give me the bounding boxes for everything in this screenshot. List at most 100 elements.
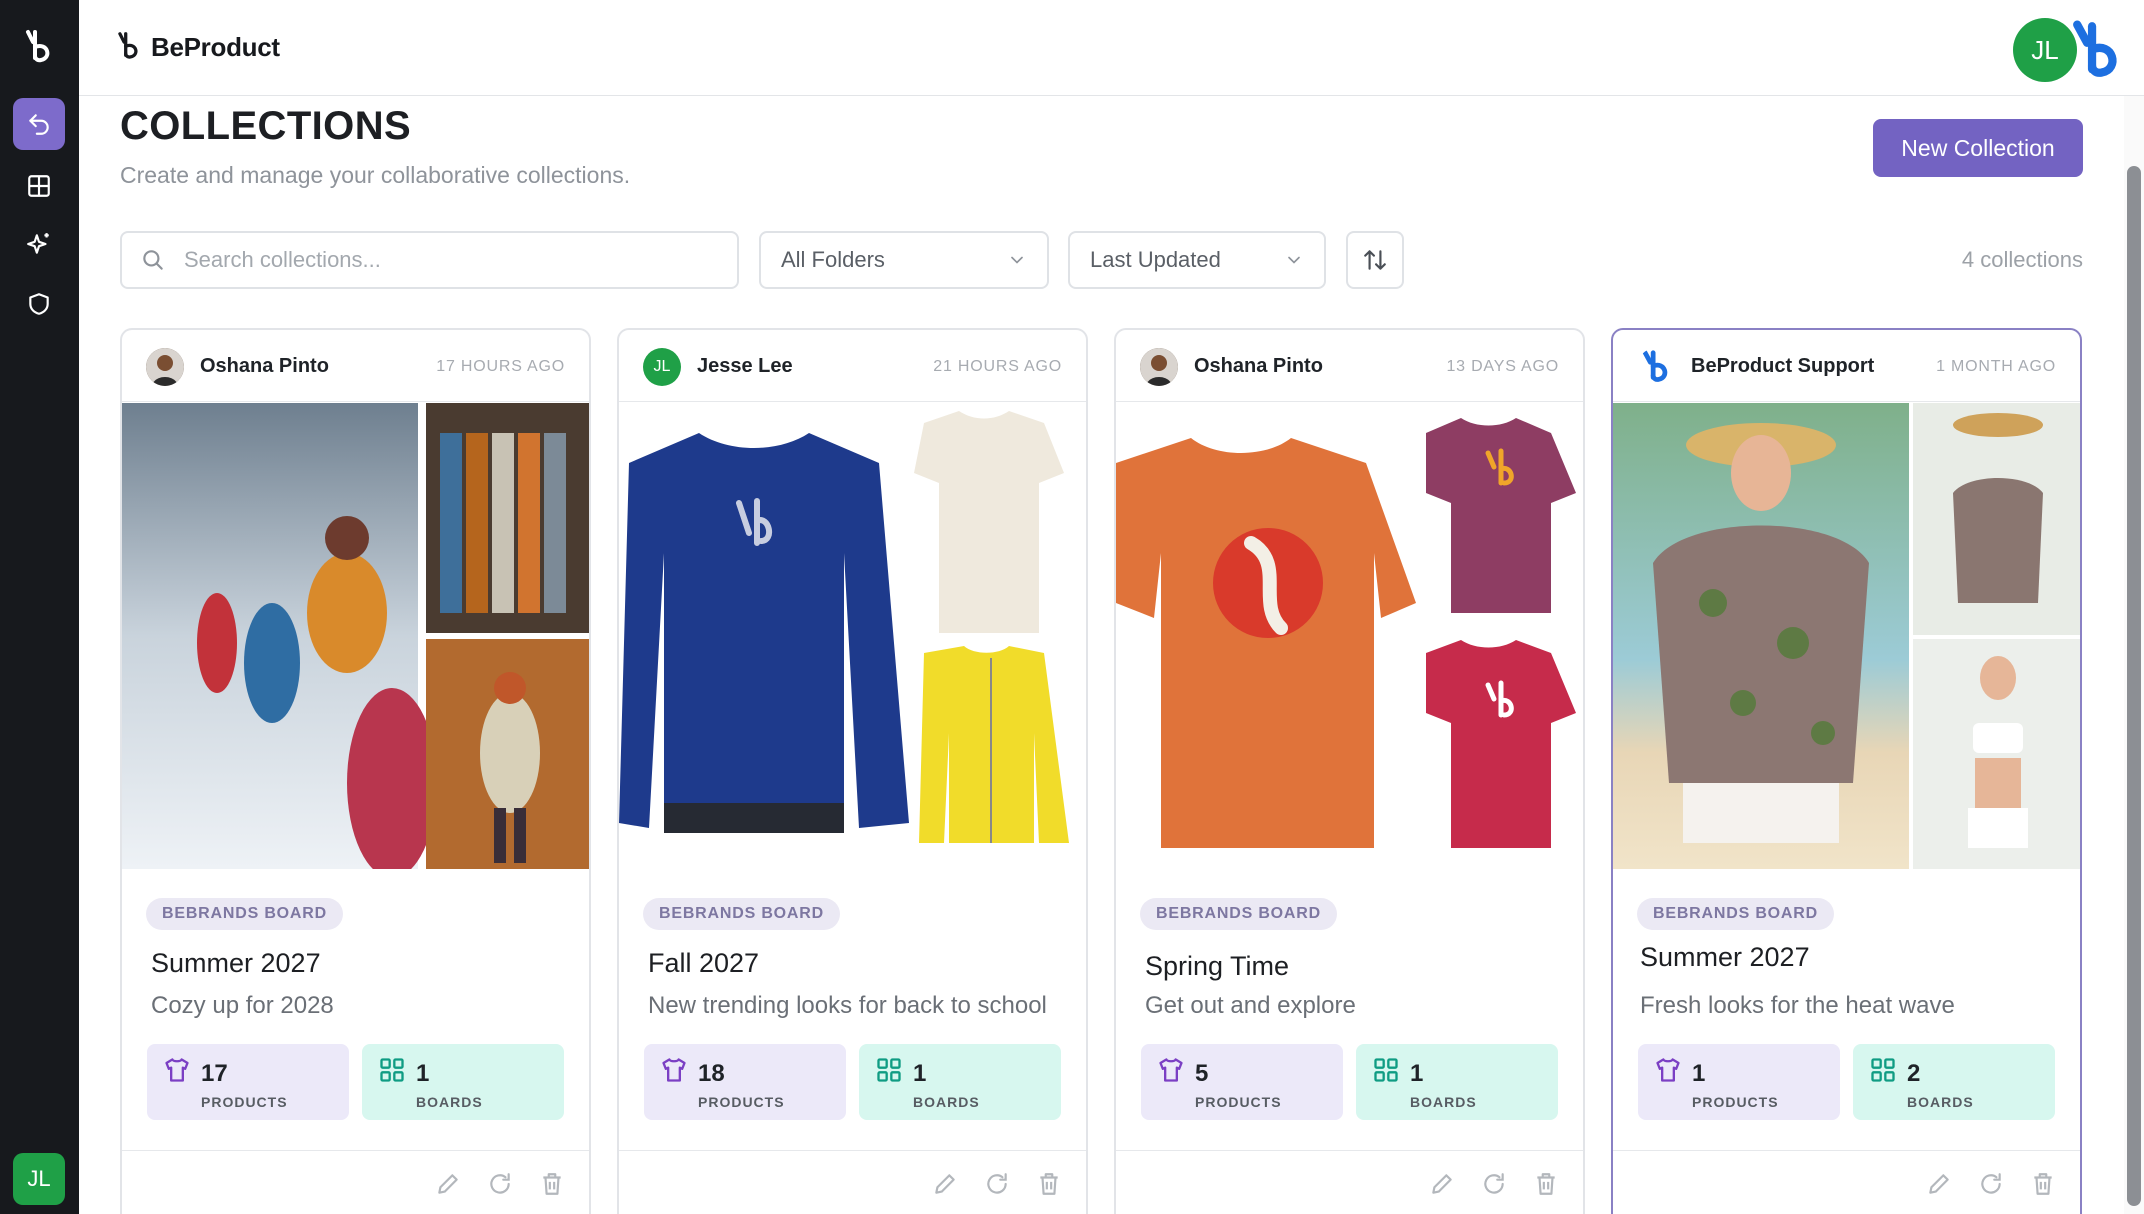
search-icon (143, 250, 163, 270)
tshirt-icon (1159, 1058, 1183, 1082)
board-badge: BEBRANDS BOARD (643, 898, 840, 930)
boards-count: 2 (1907, 1060, 1921, 1087)
products-count: 5 (1195, 1060, 1209, 1087)
collection-card[interactable]: BeProduct Support 1 MONTH AGO BEBRANDS B… (1611, 328, 2082, 1214)
products-stat[interactable]: 18 PRODUCTS (644, 1044, 846, 1120)
products-count: 17 (201, 1060, 228, 1087)
collection-thumbnail-image (1613, 403, 2080, 869)
updated-time: 1 MONTH AGO (1936, 358, 2056, 375)
brand[interactable]: BeProduct (115, 30, 280, 64)
person-photo-icon (146, 348, 184, 386)
collection-description: New trending looks for back to school (648, 992, 1047, 1019)
refresh-icon[interactable] (1978, 1171, 2004, 1197)
products-label: PRODUCTS (1195, 1094, 1282, 1110)
refresh-icon[interactable] (487, 1171, 513, 1197)
card-header: BeProduct Support 1 MONTH AGO (1613, 330, 2080, 402)
sort-select-value: Last Updated (1090, 247, 1221, 272)
collection-thumbnail-image (619, 403, 1086, 869)
refresh-icon[interactable] (1481, 1171, 1507, 1197)
boards-label: BOARDS (416, 1094, 483, 1110)
owner-avatar: JL (643, 348, 681, 386)
collection-description: Cozy up for 2028 (151, 992, 334, 1019)
card-header: Oshana Pinto 13 DAYS AGO (1116, 330, 1583, 402)
sort-select[interactable]: Last Updated (1068, 231, 1326, 289)
card-actions (1116, 1150, 1583, 1214)
boards-label: BOARDS (1907, 1094, 1974, 1110)
folder-select-value: All Folders (781, 247, 885, 272)
board-badge: BEBRANDS BOARD (1637, 898, 1834, 930)
search-box (120, 231, 739, 289)
boards-label: BOARDS (1410, 1094, 1477, 1110)
boards-stat[interactable]: 2 BOARDS (1853, 1044, 2055, 1120)
collection-description: Fresh looks for the heat wave (1640, 992, 1955, 1019)
products-stat[interactable]: 17 PRODUCTS (147, 1044, 349, 1120)
ai-nav-button[interactable] (13, 218, 65, 270)
edit-pencil-icon[interactable] (932, 1171, 958, 1197)
sparkles-icon (27, 233, 49, 254)
edit-pencil-icon[interactable] (435, 1171, 461, 1197)
beproduct-logo-icon[interactable] (22, 28, 56, 68)
collection-card[interactable]: JL Jesse Lee 21 HOURS AGO BEBRANDS BOARD… (617, 328, 1088, 1214)
card-actions (619, 1150, 1086, 1214)
boards-stat[interactable]: 1 BOARDS (362, 1044, 564, 1120)
refresh-icon[interactable] (984, 1171, 1010, 1197)
products-count: 1 (1692, 1060, 1706, 1087)
trash-icon[interactable] (539, 1171, 565, 1197)
folder-select[interactable]: All Folders (759, 231, 1049, 289)
collection-title[interactable]: Spring Time (1145, 951, 1289, 982)
tshirt-icon (662, 1058, 686, 1082)
trash-icon[interactable] (2030, 1171, 2056, 1197)
boards-stat[interactable]: 1 BOARDS (859, 1044, 1061, 1120)
owner-name: Jesse Lee (697, 355, 793, 377)
products-label: PRODUCTS (201, 1094, 288, 1110)
trash-icon[interactable] (1533, 1171, 1559, 1197)
brand-name: BeProduct (151, 31, 280, 62)
left-rail: JL (0, 0, 79, 1214)
products-stat[interactable]: 5 PRODUCTS (1141, 1044, 1343, 1120)
new-collection-button[interactable]: New Collection (1873, 119, 2083, 177)
boards-stat[interactable]: 1 BOARDS (1356, 1044, 1558, 1120)
boards-grid-icon (877, 1058, 901, 1082)
person-photo-icon (1140, 348, 1178, 386)
edit-pencil-icon[interactable] (1926, 1171, 1952, 1197)
owner-name: BeProduct Support (1691, 355, 1875, 377)
search-input[interactable] (184, 247, 724, 273)
boards-count: 1 (416, 1060, 430, 1087)
products-label: PRODUCTS (1692, 1094, 1779, 1110)
sort-direction-button[interactable] (1346, 231, 1404, 289)
board-badge: BEBRANDS BOARD (146, 898, 343, 930)
page-subtitle: Create and manage your collaborative col… (120, 162, 631, 188)
beproduct-support-logo-icon (1642, 349, 1668, 382)
boards-grid-icon (1871, 1058, 1895, 1082)
page-title: COLLECTIONS (120, 104, 412, 148)
products-stat[interactable]: 1 PRODUCTS (1638, 1044, 1840, 1120)
collection-thumbnail-image (1116, 403, 1583, 869)
collection-title[interactable]: Summer 2027 (151, 948, 321, 979)
products-count: 18 (698, 1060, 725, 1087)
collection-title[interactable]: Fall 2027 (648, 948, 759, 979)
boards-label: BOARDS (913, 1094, 980, 1110)
owner-name: Oshana Pinto (200, 355, 329, 377)
boards-count: 1 (1410, 1060, 1424, 1087)
chevron-down-icon (1288, 256, 1300, 264)
owner-name: Oshana Pinto (1194, 355, 1323, 377)
tshirt-icon (165, 1058, 189, 1082)
collection-thumbnail-image (122, 403, 589, 869)
beproduct-badge-icon[interactable] (2067, 18, 2127, 84)
scrollbar-thumb[interactable] (2127, 166, 2141, 1206)
security-nav-button[interactable] (13, 278, 65, 330)
owner-avatar (146, 348, 184, 386)
card-header: Oshana Pinto 17 HOURS AGO (122, 330, 589, 402)
user-avatar[interactable]: JL (13, 1153, 65, 1205)
collection-card[interactable]: Oshana Pinto 17 HOURS AGO BEBRANDS BOARD… (120, 328, 591, 1214)
boards-count: 1 (913, 1060, 927, 1087)
updated-time: 13 DAYS AGO (1446, 358, 1559, 375)
collection-title[interactable]: Summer 2027 (1640, 942, 1810, 973)
card-actions (1613, 1150, 2080, 1214)
collection-card[interactable]: Oshana Pinto 13 DAYS AGO BEBRANDS BOARD … (1114, 328, 1585, 1214)
updated-time: 21 HOURS AGO (933, 358, 1062, 375)
edit-pencil-icon[interactable] (1429, 1171, 1455, 1197)
trash-icon[interactable] (1036, 1171, 1062, 1197)
back-nav-button[interactable] (13, 98, 65, 150)
grid-nav-button[interactable] (13, 160, 65, 212)
